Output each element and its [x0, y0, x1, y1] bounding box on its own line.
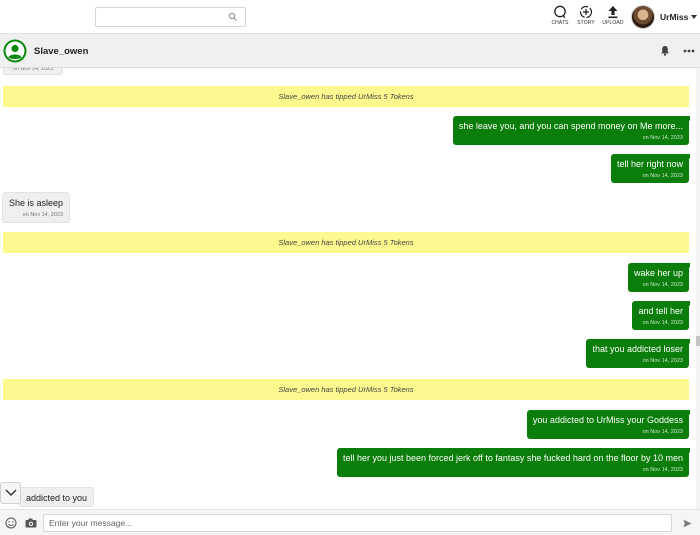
- message-composer: [0, 509, 700, 535]
- message-text: and tell her: [638, 306, 683, 316]
- story-plus-icon: [579, 5, 593, 19]
- tip-banner: Slave_owen has tipped UrMiss 5 Tokens: [3, 232, 689, 253]
- nav-upload-label: UPLOAD: [602, 20, 624, 26]
- scrollbar-thumb[interactable]: [696, 336, 700, 346]
- message-text: you addicted to UrMiss your Goddess: [532, 415, 683, 425]
- message-time: on Nov 14, 2023: [642, 320, 683, 326]
- outgoing-message: you addicted to UrMiss your Goddess on N…: [526, 410, 691, 439]
- user-avatar[interactable]: [631, 5, 655, 29]
- contact-name[interactable]: Slave_owen: [34, 46, 88, 57]
- scrollbar[interactable]: [696, 68, 700, 509]
- search-input[interactable]: [100, 10, 224, 26]
- incoming-message: She is asleep on Nov 14, 2023: [2, 192, 71, 223]
- search-icon[interactable]: [228, 12, 238, 22]
- incoming-message: addicted to you: [19, 487, 95, 507]
- camera-icon[interactable]: [25, 518, 37, 528]
- nav-upload-button[interactable]: UPLOAD: [599, 5, 627, 31]
- message-time: on Nov 14, 2023: [642, 358, 683, 364]
- message-text: addicted to you: [26, 493, 88, 503]
- message-text: She is asleep: [9, 198, 64, 208]
- tip-banner: Slave_owen has tipped UrMiss 5 Tokens: [3, 379, 689, 400]
- scroll-to-bottom-button[interactable]: [0, 482, 21, 504]
- message-time: on Nov 14, 2023: [3, 68, 63, 75]
- emoji-icon[interactable]: [5, 517, 17, 529]
- outgoing-message: wake her up on Nov 14, 2023: [627, 263, 691, 292]
- message-list[interactable]: on Nov 14, 2023 Slave_owen has tipped Ur…: [0, 68, 700, 509]
- nav-chats-label: CHATS: [551, 20, 569, 26]
- outgoing-message: that you addicted loser on Nov 14, 2023: [586, 339, 690, 368]
- message-time: on Nov 14, 2023: [642, 135, 683, 141]
- message-text: that you addicted loser: [592, 344, 683, 354]
- chevron-down-icon[interactable]: [691, 15, 697, 19]
- outgoing-message: she leave you, and you can spend money o…: [452, 116, 691, 145]
- chevron-down-icon: [5, 489, 17, 496]
- message-time: on Nov 14, 2023: [642, 282, 683, 288]
- outgoing-message: and tell her on Nov 14, 2023: [632, 301, 690, 330]
- message-text: tell her right now: [616, 159, 683, 169]
- message-time: on Nov 14, 2023: [642, 173, 683, 179]
- message-input[interactable]: [43, 514, 672, 532]
- message-time: on Nov 14, 2023: [642, 429, 683, 435]
- tip-banner: Slave_owen has tipped UrMiss 5 Tokens: [3, 86, 689, 107]
- contact-avatar-icon[interactable]: [3, 39, 27, 63]
- outgoing-message: tell her you just been forced jerk off t…: [336, 448, 691, 477]
- message-text: tell her you just been forced jerk off t…: [342, 453, 683, 463]
- upload-arrow-icon: [608, 6, 618, 19]
- nav-story-button[interactable]: STORY: [572, 5, 600, 31]
- search-box[interactable]: [95, 7, 246, 27]
- outgoing-message: tell her right now on Nov 14, 2023: [610, 154, 691, 183]
- message-time: on Nov 14, 2023: [642, 467, 683, 473]
- send-icon[interactable]: [683, 519, 692, 528]
- user-name[interactable]: UrMiss: [660, 12, 688, 22]
- chat-bubble-icon: [554, 5, 566, 19]
- nav-story-label: STORY: [577, 20, 595, 26]
- nav-chats-button[interactable]: CHATS: [546, 5, 574, 31]
- more-options-icon[interactable]: [683, 49, 695, 53]
- top-navbar: CHATS STORY UPLOAD UrMiss: [0, 0, 700, 34]
- bell-icon[interactable]: [660, 45, 670, 56]
- message-text: wake her up: [633, 268, 683, 278]
- message-time: on Nov 14, 2023: [22, 212, 64, 218]
- chat-header: Slave_owen: [0, 34, 700, 68]
- message-text: she leave you, and you can spend money o…: [458, 121, 683, 131]
